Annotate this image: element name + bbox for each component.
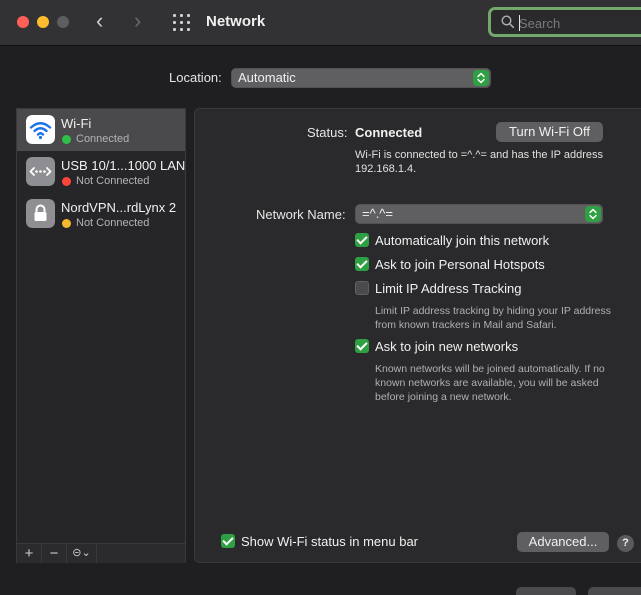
location-select[interactable]: Automatic [231,68,491,88]
service-status: Not Connected [76,217,150,229]
lock-icon [26,199,55,228]
status-dot [62,135,71,144]
service-item-usb-lan[interactable]: USB 10/1...1000 LAN Not Connected [17,151,185,193]
search-icon [501,15,514,28]
status-dot [62,219,71,228]
status-value: Connected [355,125,423,140]
title-bar: ‹ › Network [0,0,641,46]
apply-button[interactable] [588,587,641,595]
ask-new-networks-description: Known networks will be joined automatica… [375,363,605,403]
service-name: USB 10/1...1000 LAN [61,158,186,173]
wifi-description: Wi-Fi is connected to =^.^= and has the … [355,149,603,175]
service-item-nordvpn[interactable]: NordVPN...rdLynx 2 Not Connected [17,193,185,235]
help-button[interactable]: ? [617,535,634,552]
show-wifi-status-label: Show Wi-Fi status in menu bar [241,534,419,549]
search-field[interactable] [488,7,641,37]
detail-panel [194,108,641,563]
service-item-wifi[interactable]: Wi-Fi Connected [17,109,185,151]
action-menu-button[interactable]: ⊝⌄ [67,544,97,563]
forward-arrow-icon[interactable]: › [134,10,141,32]
service-status: Not Connected [76,175,150,187]
wifi-icon [26,115,55,144]
turn-wifi-off-button[interactable]: Turn Wi-Fi Off [496,122,603,142]
close-window-button[interactable] [17,16,29,28]
auto-join-label: Automatically join this network [375,233,550,248]
service-name: NordVPN...rdLynx 2 [61,200,177,215]
auto-join-checkbox[interactable] [355,233,369,247]
limit-ip-tracking-checkbox[interactable] [355,281,369,295]
add-service-button[interactable]: + [17,544,42,563]
personal-hotspots-label: Ask to join Personal Hotspots [375,257,545,272]
window-title: Network [206,13,266,30]
minimize-window-button[interactable] [37,16,49,28]
text-cursor [519,15,520,31]
status-label: Status: [307,125,348,140]
ask-new-networks-label: Ask to join new networks [375,339,519,354]
network-name-label: Network Name: [256,207,346,222]
zoom-window-button[interactable] [57,16,69,28]
ask-new-networks-checkbox[interactable] [355,339,369,353]
personal-hotspots-checkbox[interactable] [355,257,369,271]
network-name-select[interactable]: =^.^= [355,204,603,224]
advanced-button[interactable]: Advanced... [517,532,609,552]
remove-service-button[interactable]: − [42,544,67,563]
network-name-value: =^.^= [362,206,393,221]
service-status: Connected [76,133,130,145]
show-wifi-status-checkbox[interactable] [221,534,235,548]
service-list-toolbar: + − ⊝⌄ [17,543,185,563]
revert-button[interactable] [516,587,576,595]
location-value: Automatic [238,70,296,85]
limit-ip-tracking-label: Limit IP Address Tracking [375,281,522,296]
limit-ip-tracking-description: Limit IP address tracking by hiding your… [375,305,611,331]
stepper-icon [585,206,601,222]
status-dot [62,177,71,186]
service-name: Wi-Fi [61,116,92,131]
show-all-grid-icon[interactable] [173,14,190,31]
search-input[interactable] [519,12,639,34]
ethernet-icon [26,157,55,186]
stepper-icon [473,70,489,86]
service-list: Wi-Fi Connected USB 10/1...1000 LAN Not … [16,108,186,563]
location-label: Location: [169,70,222,85]
back-arrow-icon[interactable]: ‹ [96,10,103,32]
